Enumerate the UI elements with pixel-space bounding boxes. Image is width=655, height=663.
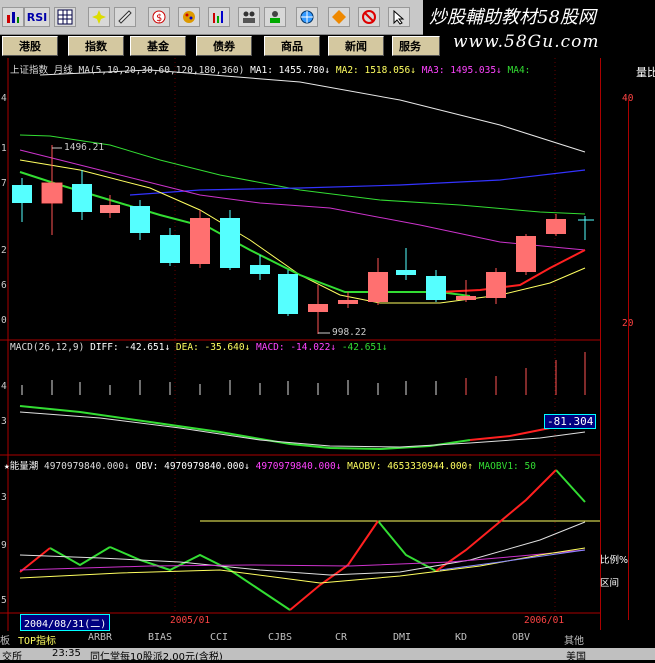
main-title: 上证指数 月线 xyxy=(10,65,73,76)
obv-value-2: OBV: 4970979840.000↓ xyxy=(135,461,250,472)
macd-dea-value: DEA: -35.640↓ xyxy=(175,342,251,353)
ma2-value: MA2: 1518.056↓ xyxy=(335,65,416,76)
candlesticks xyxy=(12,145,594,334)
main-tick-4: 2 xyxy=(1,245,7,256)
menu-index[interactable]: 指数 xyxy=(68,36,124,56)
macd-histogram xyxy=(21,352,586,395)
macd-dea-line xyxy=(19,405,471,451)
ma-params: MA(5,10,20,30,60,120,180,360) xyxy=(78,65,245,76)
obv-value-1: 4970979840.000↓ xyxy=(43,461,130,472)
obv-line-green-2 xyxy=(109,546,291,611)
people-icon[interactable] xyxy=(238,7,260,27)
obv-tick-1: 3 xyxy=(1,492,7,503)
x-label-2006: 2006/01 xyxy=(524,615,565,626)
obv-line-green-4 xyxy=(555,469,586,503)
menu-services[interactable]: 服务 xyxy=(392,36,440,56)
no-icon[interactable] xyxy=(358,7,380,27)
maobv1-value: MAOBV1: 50 xyxy=(478,461,536,472)
watermark: 炒股輔助教材58股网 www.58Gu.com xyxy=(423,0,655,58)
obv-header: ★能量潮 4970979840.000↓ OBV: 4970979840.000… xyxy=(4,458,536,472)
tab-cjbs[interactable]: CJBS xyxy=(268,632,292,643)
status-news[interactable]: 同仁堂每10股派2.00元(含税) xyxy=(90,648,223,663)
maobv-value: MAOBV: 4653330944.000↑ xyxy=(347,461,473,472)
obv-tick-3: 5 xyxy=(1,595,7,606)
status-right: 美国 xyxy=(566,652,586,663)
macd-tick-2: 3 xyxy=(1,416,7,427)
tab-bias[interactable]: BIAS xyxy=(148,632,172,643)
ma4-value: MA4: xyxy=(507,65,531,76)
right-axis-line xyxy=(628,100,629,620)
bars-icon[interactable] xyxy=(208,7,230,27)
range-label: 区间 xyxy=(600,578,620,589)
main-tick-5: 6 xyxy=(1,280,7,291)
dollar-icon[interactable]: $ xyxy=(148,7,170,27)
cursor-icon[interactable] xyxy=(388,7,410,27)
people-chart-icon[interactable] xyxy=(264,7,286,27)
obv-line-red-1 xyxy=(19,547,51,573)
palette-icon[interactable] xyxy=(178,7,200,27)
macd-diff-line xyxy=(19,411,586,448)
macd-title: MACD(26,12,9) xyxy=(10,342,85,353)
tab-board[interactable]: 板 xyxy=(0,632,10,647)
ma-line-magenta xyxy=(19,149,586,251)
status-bar: 交所 23:35 同仁堂每10股派2.00元(含税) 美国 xyxy=(0,648,655,663)
ma-line-green xyxy=(19,134,586,215)
obv-line-magenta xyxy=(19,549,586,571)
chart-icon[interactable] xyxy=(2,7,24,27)
macd-tick-1: 4 xyxy=(1,381,7,392)
tab-arbr[interactable]: ARBR xyxy=(88,632,112,643)
menu-news[interactable]: 新闻 xyxy=(328,36,384,56)
macd-current-value: -81.304 xyxy=(544,414,597,429)
menu-hk-stocks[interactable]: 港股 xyxy=(2,36,58,56)
main-panel-header: 上证指数 月线 MA(5,10,20,30,60,120,180,360) MA… xyxy=(10,62,530,76)
high-price-label: 1496.21 xyxy=(64,142,105,153)
grid-icon[interactable] xyxy=(54,7,76,27)
macd-header: MACD(26,12,9) DIFF: -42.651↓ DEA: -35.64… xyxy=(10,342,388,353)
macd-extra-value: -42.651↓ xyxy=(341,342,388,353)
ruler-icon[interactable] xyxy=(114,7,136,27)
tab-cci[interactable]: CCI xyxy=(210,632,228,643)
indicator-tabs: 板 TOP指标 ARBR BIAS CCI CJBS CR DMI KD OBV… xyxy=(0,631,655,648)
tab-dmi[interactable]: DMI xyxy=(393,632,411,643)
menu-commodities[interactable]: 商品 xyxy=(264,36,320,56)
main-tick-2: 1 xyxy=(1,143,7,154)
menu-funds[interactable]: 基金 xyxy=(130,36,186,56)
obv-value-3: 4970979840.000↓ xyxy=(255,461,342,472)
right-panel-header: 量比 xyxy=(636,66,655,79)
globe-icon[interactable] xyxy=(296,7,318,27)
cross-icon[interactable] xyxy=(88,7,110,27)
diamond-icon[interactable] xyxy=(328,7,350,27)
rsi-icon[interactable]: RSI xyxy=(24,7,50,27)
menu-bonds[interactable]: 债券 xyxy=(196,36,252,56)
tab-other[interactable]: 其他 xyxy=(564,632,584,647)
status-time: 23:35 xyxy=(52,648,81,659)
watermark-line1: 炒股輔助教材58股网 xyxy=(429,7,596,28)
ma-line-main-red xyxy=(439,249,586,293)
macd-macd-value: MACD: -14.022↓ xyxy=(256,342,337,353)
svg-text:$: $ xyxy=(156,13,162,24)
macd-diff-value: DIFF: -42.651↓ xyxy=(90,342,171,353)
ratio-label: 比例% xyxy=(600,555,629,566)
main-tick-3: 7 xyxy=(1,178,7,189)
obv-title: ★能量潮 xyxy=(4,461,39,472)
tab-top-indicator[interactable]: TOP指标 xyxy=(18,632,56,647)
status-left: 交所 xyxy=(2,652,22,663)
rsi-label: RSI xyxy=(26,10,48,24)
low-price-label: 998.22 xyxy=(332,327,367,338)
x-label-2005: 2005/01 xyxy=(170,615,211,626)
main-tick-1: 4 xyxy=(1,93,7,104)
ma-line-white xyxy=(39,69,586,153)
ma1-value: MA1: 1455.780↓ xyxy=(250,65,331,76)
watermark-line2: www.58Gu.com xyxy=(453,32,600,52)
ma3-value: MA3: 1495.035↓ xyxy=(421,65,502,76)
obv-tick-2: 9 xyxy=(1,540,7,551)
menu-bar: 港股 指数 基金 债券 商品 新闻 服务 xyxy=(0,36,440,58)
main-tick-6: 0 xyxy=(1,315,7,326)
tab-cr[interactable]: CR xyxy=(335,632,347,643)
selected-date: 2004/08/31(二) xyxy=(20,614,111,631)
ma-line-blue xyxy=(129,169,586,196)
tab-kd[interactable]: KD xyxy=(455,632,467,643)
tab-obv[interactable]: OBV xyxy=(512,632,530,643)
